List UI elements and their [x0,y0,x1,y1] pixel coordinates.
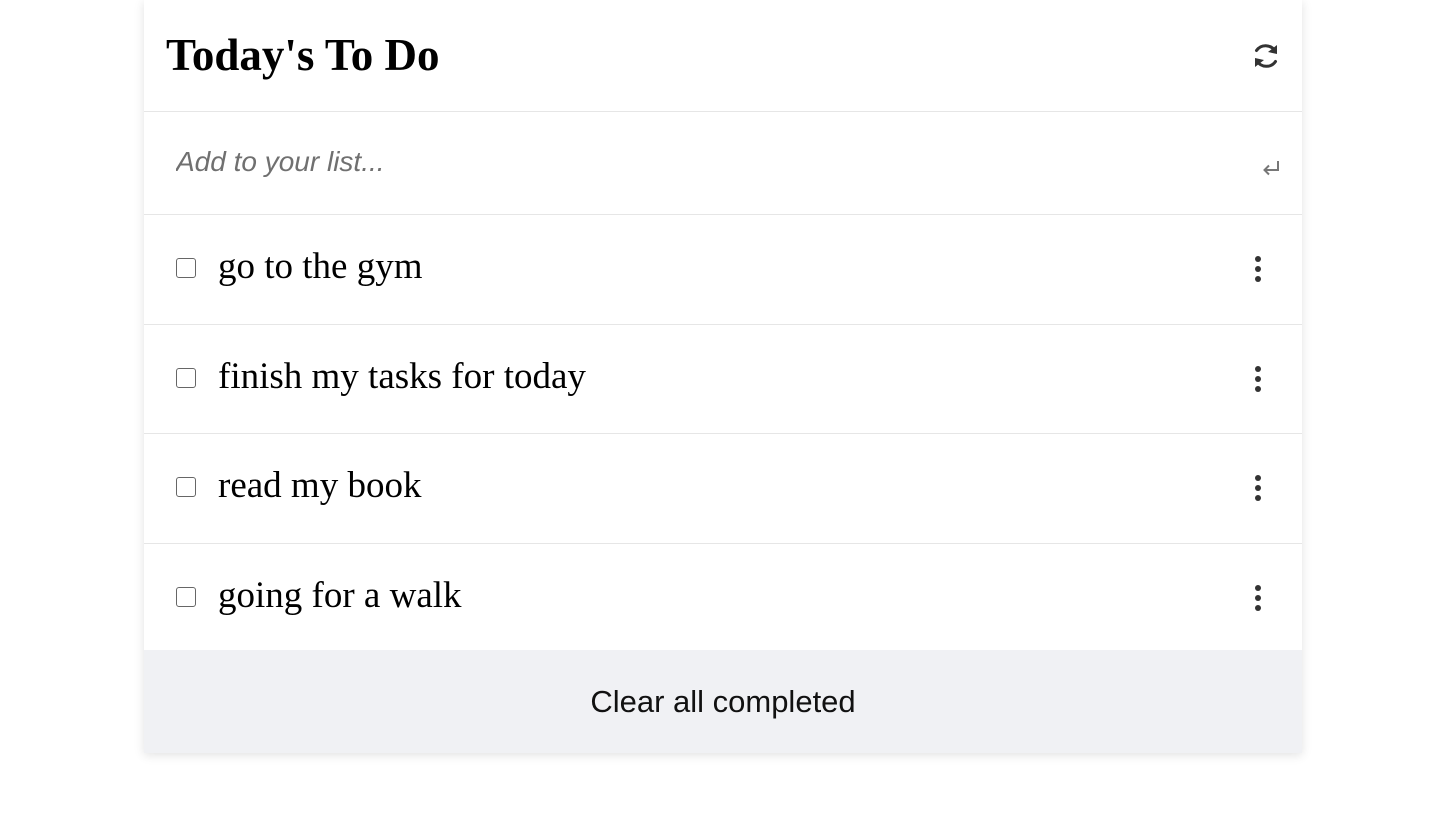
todo-item: read my book [144,434,1302,544]
more-options-icon[interactable] [1248,582,1268,614]
enter-return-icon[interactable] [1256,152,1284,180]
todo-list: go to the gym finish my tasks for today … [144,215,1302,653]
add-item-row [144,112,1302,215]
todo-checkbox[interactable] [176,586,196,607]
clear-completed-button[interactable]: Clear all completed [144,650,1302,753]
clear-completed-label: Clear all completed [590,683,856,719]
add-item-input[interactable] [176,140,1236,184]
todo-text: going for a walk [218,574,462,616]
todo-text: read my book [218,465,422,506]
todo-checkbox[interactable] [176,258,196,278]
todo-text: finish my tasks for today [218,355,586,397]
header: Today's To Do [144,0,1302,112]
refresh-icon[interactable] [1250,40,1282,72]
todo-checkbox[interactable] [176,477,196,497]
todo-item: go to the gym [144,215,1302,325]
more-options-icon[interactable] [1248,472,1268,504]
todo-checkbox[interactable] [176,367,196,388]
todo-text: go to the gym [218,246,423,287]
todo-item: going for a walk [144,544,1302,654]
more-options-icon[interactable] [1248,253,1268,285]
todo-item: finish my tasks for today [144,325,1302,434]
todo-card: Today's To Do go to the gym finish my [144,0,1302,753]
page-title: Today's To Do [166,30,440,80]
more-options-icon[interactable] [1248,363,1268,395]
